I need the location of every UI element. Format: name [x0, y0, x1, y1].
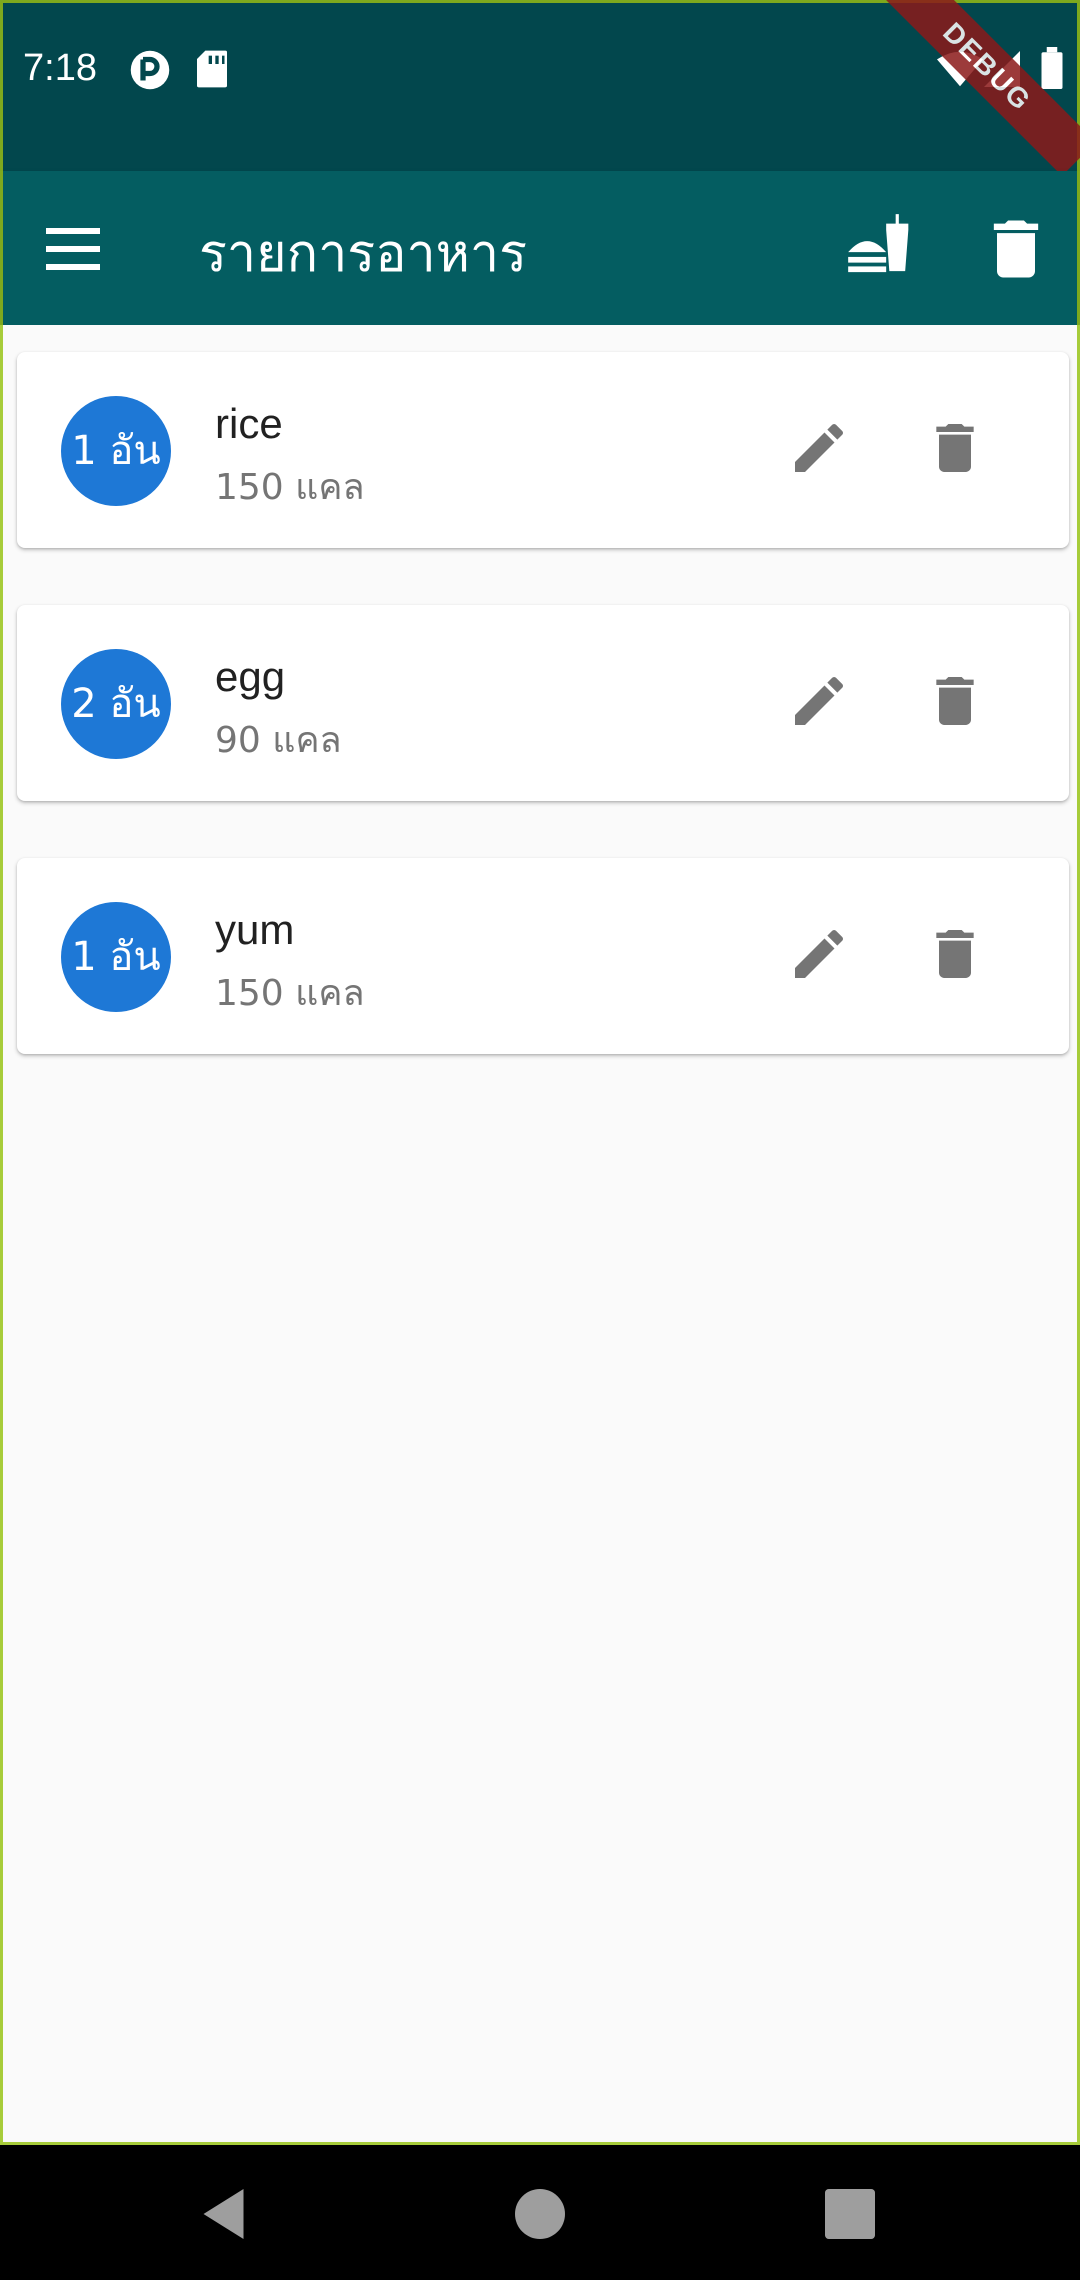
screen: 7:18 DEBUG รายการอาหาร 1 อัน rice 150 แค…	[0, 0, 1080, 2280]
fastfood-icon[interactable]	[845, 211, 921, 287]
battery-icon	[1041, 47, 1063, 89]
status-bar: 7:18 DEBUG	[0, 0, 1080, 176]
back-icon[interactable]	[196, 2184, 256, 2244]
system-nav-bar	[0, 2148, 1080, 2280]
page-title: รายการอาหาร	[199, 224, 528, 284]
quantity-avatar: 1 อัน	[61, 902, 171, 1012]
status-time: 7:18	[23, 47, 97, 89]
food-name: yum	[215, 906, 295, 953]
menu-icon[interactable]	[43, 213, 115, 285]
home-icon[interactable]	[510, 2184, 570, 2244]
sd-card-icon	[197, 50, 227, 88]
food-calories: 150 แคล	[215, 467, 365, 508]
notification-app-icon	[130, 50, 170, 90]
list-item[interactable]: 2 อัน egg 90 แคล	[17, 605, 1069, 801]
list-item[interactable]: 1 อัน rice 150 แคล	[17, 352, 1069, 548]
delete-icon[interactable]	[923, 416, 987, 480]
food-calories: 90 แคล	[215, 720, 342, 761]
list-item[interactable]: 1 อัน yum 150 แคล	[17, 858, 1069, 1054]
delete-all-icon[interactable]	[978, 211, 1054, 287]
delete-icon[interactable]	[923, 669, 987, 733]
food-name: egg	[215, 653, 286, 700]
delete-icon[interactable]	[923, 922, 987, 986]
app-bar: รายการอาหาร	[0, 171, 1080, 325]
food-calories: 150 แคล	[215, 973, 365, 1014]
food-list[interactable]: 1 อัน rice 150 แคล 2 อัน egg 90 แคล 1 อั…	[0, 325, 1080, 2145]
quantity-avatar: 2 อัน	[61, 649, 171, 759]
edit-icon[interactable]	[787, 416, 851, 480]
quantity-avatar: 1 อัน	[61, 396, 171, 506]
food-name: rice	[215, 400, 283, 447]
recents-icon[interactable]	[820, 2184, 880, 2244]
edit-icon[interactable]	[787, 922, 851, 986]
edit-icon[interactable]	[787, 669, 851, 733]
